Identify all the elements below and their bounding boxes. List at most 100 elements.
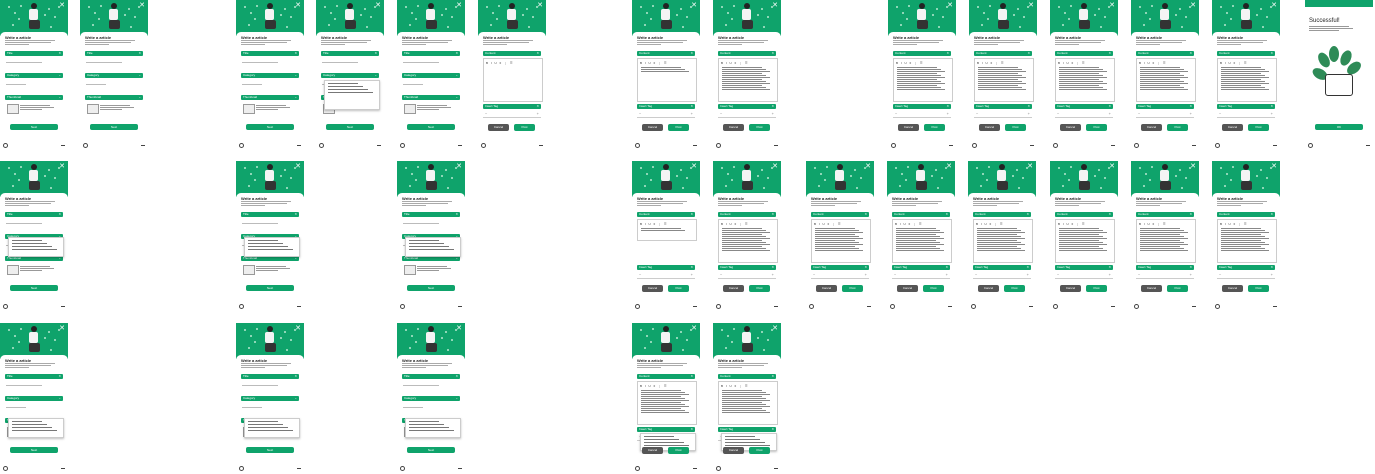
- dropdown-option[interactable]: [248, 424, 283, 425]
- tag-field[interactable]: Insert Tag ✕: [718, 427, 776, 432]
- close-icon[interactable]: ✕: [691, 163, 697, 170]
- home-icon[interactable]: [3, 466, 8, 471]
- plus-icon[interactable]: +: [1190, 111, 1192, 116]
- rich-text-editor[interactable]: B I U ≡ ⋮ ☰: [718, 381, 778, 425]
- formatting-toolbar[interactable]: B I U ≡ ⋮ ☰: [1058, 61, 1086, 65]
- home-icon[interactable]: [83, 143, 88, 148]
- dropdown-option[interactable]: [328, 89, 368, 90]
- cancel-button[interactable]: Cancel: [897, 285, 918, 292]
- plus-icon[interactable]: +: [772, 111, 774, 116]
- close-icon[interactable]: ✕: [1271, 163, 1277, 170]
- plus-icon[interactable]: +: [1027, 272, 1029, 277]
- dropdown-option[interactable]: [409, 240, 439, 241]
- cancel-button[interactable]: Cancel: [723, 124, 744, 131]
- rich-text-editor[interactable]: B I U ≡ ⋮ ☰: [973, 219, 1033, 263]
- rich-text-editor[interactable]: B I U ≡ ⋮ ☰: [811, 219, 871, 263]
- minus-icon[interactable]: −: [639, 111, 641, 116]
- post-button[interactable]: Post: [842, 285, 863, 292]
- menu-icon[interactable]: [693, 468, 697, 469]
- close-icon[interactable]: ✕: [1027, 163, 1033, 170]
- close-icon[interactable]: ✕: [772, 163, 778, 170]
- dropdown-menu[interactable]: [244, 418, 300, 438]
- title-field[interactable]: Title ✕: [241, 51, 299, 56]
- content-field[interactable]: Content ✕: [893, 51, 951, 56]
- formatting-toolbar[interactable]: B I U ≡ ⋮ ☰: [1220, 222, 1248, 226]
- dropdown-option[interactable]: [248, 249, 293, 250]
- menu-icon[interactable]: [297, 145, 301, 146]
- close-icon[interactable]: ✕: [295, 2, 301, 9]
- minus-icon[interactable]: −: [895, 111, 897, 116]
- plus-icon[interactable]: +: [1109, 272, 1111, 277]
- tag-field[interactable]: Insert Tag ✕: [718, 104, 776, 109]
- title-field[interactable]: Title ✕: [402, 212, 460, 217]
- tag-field[interactable]: Insert Tag ✕: [637, 427, 695, 432]
- cancel-button[interactable]: Cancel: [1060, 124, 1081, 131]
- tag-field[interactable]: Insert Tag ✕: [1217, 265, 1275, 270]
- minus-icon[interactable]: −: [976, 111, 978, 116]
- minus-icon[interactable]: −: [1219, 272, 1221, 277]
- home-icon[interactable]: [1053, 143, 1058, 148]
- title-field[interactable]: Title ✕: [402, 374, 460, 379]
- plus-icon[interactable]: +: [947, 111, 949, 116]
- tag-stepper[interactable]: −+: [637, 272, 695, 279]
- dropdown-menu[interactable]: [244, 237, 300, 257]
- cancel-button[interactable]: Cancel: [1141, 124, 1162, 131]
- formatting-toolbar[interactable]: B I U ≡ ⋮ ☰: [721, 61, 749, 65]
- dropdown-option[interactable]: [12, 421, 42, 422]
- content-field[interactable]: Content ✕: [483, 51, 541, 56]
- tag-stepper[interactable]: −+: [637, 111, 695, 118]
- content-field[interactable]: Content ✕: [1136, 51, 1194, 56]
- menu-icon[interactable]: [1111, 306, 1115, 307]
- next-button[interactable]: Next: [246, 124, 294, 130]
- dropdown-option[interactable]: [409, 421, 439, 422]
- dropdown-option[interactable]: [248, 243, 283, 244]
- tag-stepper[interactable]: −+: [893, 111, 951, 118]
- tag-field[interactable]: Insert Tag ✕: [1136, 265, 1194, 270]
- next-button[interactable]: Next: [246, 447, 294, 453]
- close-icon[interactable]: ✕: [772, 2, 778, 9]
- rich-text-editor[interactable]: B I U ≡ ⋮ ☰: [718, 219, 778, 263]
- category-field[interactable]: Category ⌄: [241, 73, 299, 78]
- tag-field[interactable]: Insert Tag ✕: [893, 104, 951, 109]
- home-icon[interactable]: [809, 304, 814, 309]
- close-icon[interactable]: ✕: [1028, 2, 1034, 9]
- home-icon[interactable]: [400, 466, 405, 471]
- tag-stepper[interactable]: −+: [1055, 111, 1113, 118]
- menu-icon[interactable]: [948, 306, 952, 307]
- content-field[interactable]: Content ✕: [974, 51, 1032, 56]
- menu-icon[interactable]: [693, 306, 697, 307]
- cancel-button[interactable]: Cancel: [1060, 285, 1081, 292]
- minus-icon[interactable]: −: [1219, 111, 1221, 116]
- next-button[interactable]: Next: [10, 285, 58, 291]
- plus-icon[interactable]: +: [1028, 111, 1030, 116]
- rich-text-editor[interactable]: B I U ≡ ⋮ ☰: [483, 58, 543, 102]
- close-icon[interactable]: ✕: [772, 325, 778, 332]
- formatting-toolbar[interactable]: B I U ≡ ⋮ ☰: [1220, 61, 1248, 65]
- dropdown-option[interactable]: [248, 246, 288, 247]
- cancel-button[interactable]: Cancel: [816, 285, 837, 292]
- post-button[interactable]: Post: [1005, 124, 1026, 131]
- close-icon[interactable]: ✕: [1190, 2, 1196, 9]
- menu-icon[interactable]: [1030, 145, 1034, 146]
- post-button[interactable]: Post: [749, 124, 770, 131]
- dropdown-menu[interactable]: [8, 237, 64, 257]
- tag-field[interactable]: Insert Tag ✕: [1136, 104, 1194, 109]
- plus-icon[interactable]: +: [772, 272, 774, 277]
- home-icon[interactable]: [716, 143, 721, 148]
- dropdown-menu[interactable]: [324, 80, 380, 110]
- close-icon[interactable]: ✕: [946, 163, 952, 170]
- dropdown-option[interactable]: [328, 86, 363, 87]
- content-field[interactable]: Content ✕: [1055, 51, 1113, 56]
- minus-icon[interactable]: −: [639, 272, 641, 277]
- minus-icon[interactable]: −: [485, 111, 487, 116]
- close-icon[interactable]: ✕: [375, 2, 381, 9]
- menu-icon[interactable]: [1273, 145, 1277, 146]
- dropdown-option[interactable]: [12, 249, 57, 250]
- home-icon[interactable]: [239, 466, 244, 471]
- plus-icon[interactable]: +: [691, 111, 693, 116]
- category-field[interactable]: Category ⌄: [321, 73, 379, 78]
- close-icon[interactable]: ✕: [456, 325, 462, 332]
- post-button[interactable]: Post: [749, 285, 770, 292]
- category-field[interactable]: Category ⌄: [85, 73, 143, 78]
- home-icon[interactable]: [635, 143, 640, 148]
